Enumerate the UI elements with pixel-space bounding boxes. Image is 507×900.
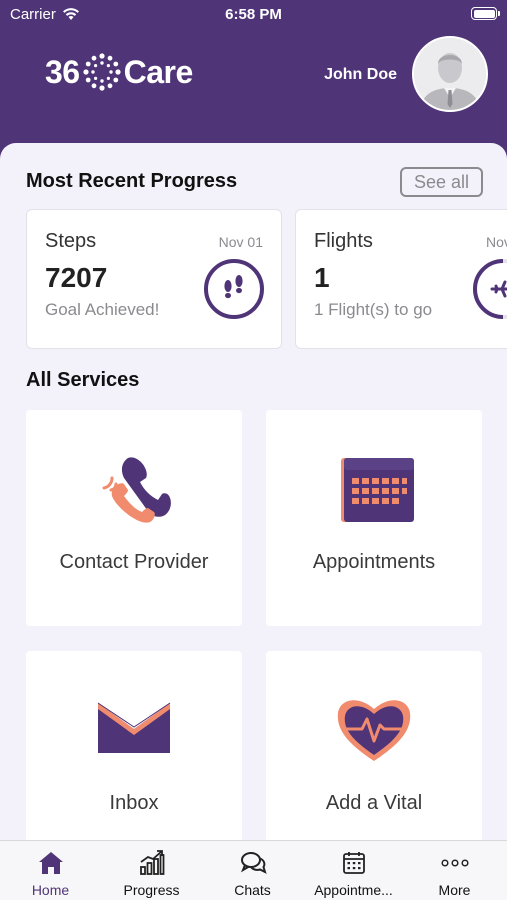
battery-icon bbox=[471, 7, 500, 20]
flights-progress-card[interactable]: Flights Nov 1 1 Flight(s) to go bbox=[295, 209, 507, 349]
progress-card-title: Flights bbox=[314, 230, 373, 252]
calendar-icon bbox=[341, 458, 414, 522]
tab-label: Appointme... bbox=[314, 882, 393, 898]
all-services-title: All Services bbox=[26, 369, 140, 391]
heart-pulse-icon bbox=[337, 700, 411, 761]
logo-suffix: Care bbox=[123, 53, 194, 90]
progress-card-value: 1 bbox=[314, 262, 330, 293]
more-icon bbox=[441, 859, 469, 867]
chat-icon bbox=[240, 852, 267, 874]
add-vital-card[interactable]: Add a Vital bbox=[266, 651, 482, 840]
service-label: Appointments bbox=[312, 551, 436, 573]
tab-label: Progress bbox=[123, 882, 180, 898]
tab-label: Chats bbox=[234, 882, 271, 898]
progress-card-title: Steps bbox=[45, 230, 97, 252]
tab-appointments[interactable]: Appointme... bbox=[303, 841, 404, 900]
airplane-icon bbox=[473, 259, 507, 319]
status-time: 6:58 PM bbox=[225, 6, 282, 23]
tab-chats[interactable]: Chats bbox=[202, 841, 303, 900]
tab-label: Home bbox=[31, 882, 70, 898]
inbox-card[interactable]: Inbox bbox=[26, 651, 242, 840]
progress-card-subtitle: Goal Achieved! bbox=[45, 300, 160, 319]
service-label: Contact Provider bbox=[59, 551, 209, 573]
tab-home[interactable]: Home bbox=[0, 841, 101, 900]
user-name[interactable]: John Doe bbox=[324, 66, 397, 84]
home-icon bbox=[39, 852, 63, 874]
phone-icon bbox=[102, 457, 171, 523]
tab-bar: Home Progress Chats Appointme... More bbox=[0, 840, 507, 900]
steps-progress-card[interactable]: Steps Nov 01 7207 Goal Achieved! bbox=[26, 209, 282, 349]
chart-icon bbox=[140, 850, 165, 875]
progress-card-value: 7207 bbox=[45, 262, 108, 293]
recent-progress-title: Most Recent Progress bbox=[26, 170, 238, 192]
see-all-button[interactable]: See all bbox=[400, 167, 483, 197]
calendar-icon bbox=[343, 852, 365, 874]
appointments-card[interactable]: Appointments bbox=[266, 410, 482, 626]
user-avatar-icon bbox=[414, 38, 486, 110]
avatar[interactable] bbox=[412, 36, 488, 112]
logo-dots-icon bbox=[82, 53, 121, 91]
tab-label: More bbox=[438, 882, 471, 898]
service-label: Add a Vital bbox=[325, 792, 423, 814]
tab-more[interactable]: More bbox=[404, 841, 505, 900]
progress-card-date: Nov bbox=[486, 234, 507, 250]
status-bar: Carrier 6:58 PM bbox=[0, 0, 507, 28]
contact-provider-card[interactable]: Contact Provider bbox=[26, 410, 242, 626]
logo-prefix: 36 bbox=[45, 53, 80, 90]
progress-card-date: Nov 01 bbox=[218, 234, 263, 250]
service-label: Inbox bbox=[109, 792, 159, 814]
tab-progress[interactable]: Progress bbox=[101, 841, 202, 900]
progress-card-subtitle: 1 Flight(s) to go bbox=[314, 300, 433, 319]
app-logo: 36 Care bbox=[45, 52, 193, 92]
main-content[interactable]: Most Recent Progress See all Steps Nov 0… bbox=[0, 143, 507, 840]
footsteps-icon bbox=[204, 259, 264, 319]
envelope-icon bbox=[97, 702, 171, 753]
